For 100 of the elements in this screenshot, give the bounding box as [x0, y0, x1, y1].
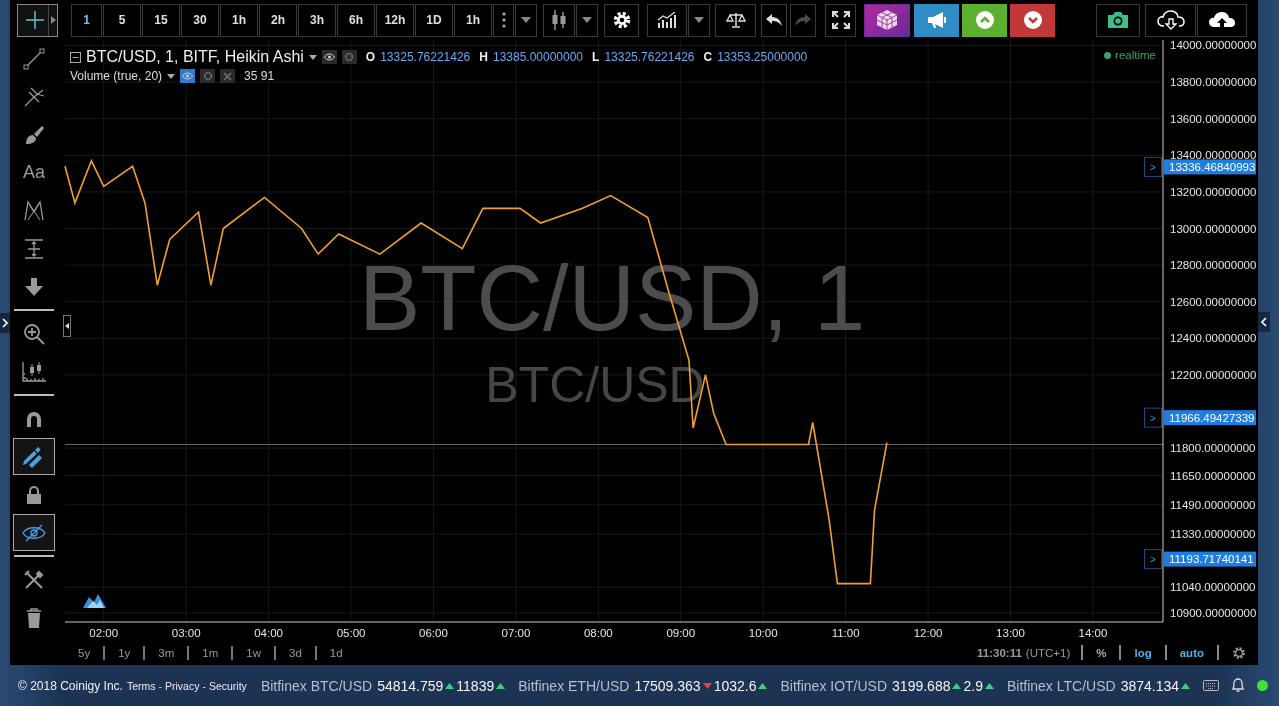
collapse-handle[interactable] [1258, 312, 1270, 332]
interval-button[interactable]: 6h [337, 3, 375, 37]
expand-handle[interactable] [0, 313, 10, 333]
cube-button[interactable] [864, 3, 910, 37]
market-name[interactable]: Bitfinex BTC/USD [260, 677, 373, 694]
drawing-tool-button[interactable] [13, 514, 55, 551]
range-button[interactable]: 1d [314, 645, 356, 660]
price-axis-label: 11490.00000000 [1170, 498, 1256, 511]
ohlc-label: C [703, 50, 713, 64]
save-button[interactable] [1197, 3, 1247, 37]
interval-button[interactable]: 30 [181, 3, 219, 37]
price-axis-label: 13000.00000000 [1170, 222, 1257, 235]
price-marker-button[interactable]: > [1144, 156, 1162, 177]
interval-button[interactable]: 1 [71, 3, 102, 37]
time-axis-label: 07:00 [501, 627, 531, 639]
separator-text: - [158, 679, 162, 692]
more-icon [501, 11, 506, 29]
indicator-title[interactable]: Volume (true, 20) [70, 69, 163, 83]
symbol-title[interactable]: BTC/USD, 1, BITF, Heikin Ashi [86, 48, 304, 66]
settings-button[interactable] [1217, 645, 1246, 660]
range-button[interactable]: 1y [103, 645, 144, 660]
price-badge: 11966.49427339 [1164, 410, 1256, 426]
sell-button[interactable] [1010, 3, 1055, 37]
footer-link[interactable]: Terms [126, 679, 156, 692]
price-marker-button[interactable]: > [1144, 549, 1162, 570]
price-axis-label: 11040.00000000 [1170, 581, 1256, 594]
chevron-left-icon [1261, 317, 1267, 327]
time-axis-label: 09:00 [666, 627, 696, 639]
time-axis-label: 11:00 [831, 627, 860, 639]
pencils-icon [21, 445, 47, 468]
range-button[interactable]: 3m [143, 645, 188, 660]
market-name[interactable]: Bitfinex IOT/USD [780, 677, 888, 694]
caret-icon [50, 16, 56, 24]
bell-icon [1231, 678, 1246, 693]
caret-icon [521, 17, 531, 23]
interval-button[interactable]: 1D [415, 3, 453, 37]
price-marker-button[interactable]: > [1144, 407, 1162, 428]
interval-button[interactable]: 1h [454, 3, 492, 37]
announce-button[interactable] [914, 3, 959, 37]
settings-icon [1232, 645, 1246, 660]
dropdown-button[interactable] [688, 3, 710, 37]
logo-icon [83, 594, 106, 608]
interval-button[interactable]: 15 [142, 3, 180, 37]
collapse-handle[interactable] [63, 315, 71, 337]
market-name[interactable]: Bitfinex LTC/USD [1006, 677, 1116, 694]
clock-time: 11:30:11 [977, 646, 1022, 659]
drawing-tool-button[interactable] [13, 438, 55, 475]
horizontal-line[interactable] [64, 443, 1164, 445]
magnet-icon [25, 409, 43, 428]
copyright-text: © 2018 Coinigy Inc. [18, 678, 123, 693]
chevron-down-icon [1023, 11, 1042, 29]
buy-button[interactable] [962, 3, 1007, 37]
more-button[interactable] [493, 3, 514, 37]
dropdown-button[interactable] [576, 3, 598, 37]
time-axis-label: 08:00 [583, 627, 613, 639]
snapshot-button[interactable] [1096, 3, 1140, 37]
camera-icon [1107, 11, 1129, 29]
tools-icon [24, 569, 44, 590]
interval-button[interactable]: 5 [103, 3, 141, 37]
pattern-icon [22, 198, 46, 223]
settings-button[interactable] [604, 3, 639, 37]
scale-option-button[interactable]: auto [1164, 645, 1217, 660]
price-axis-label: 13400.00000000 [1170, 149, 1257, 162]
fullscreen-button[interactable] [825, 3, 856, 37]
timezone-label[interactable]: (UTC+1) [1025, 646, 1071, 659]
interval-button[interactable]: 1h [220, 3, 258, 37]
load-button[interactable] [1145, 3, 1196, 37]
price-badge: 11193.71740141 [1164, 551, 1256, 567]
dropdown-button[interactable] [515, 3, 537, 37]
range-button[interactable]: 5y [72, 645, 104, 660]
range-button[interactable]: 1m [187, 645, 232, 660]
scale-option-button[interactable]: % [1081, 645, 1120, 660]
footer-link[interactable]: Privacy [165, 679, 200, 692]
eye-crossed-icon [22, 523, 46, 542]
scale-option-button[interactable]: log [1119, 645, 1165, 660]
crosshair-button[interactable] [17, 3, 58, 37]
ohlc-value: 13325.76221426 [380, 50, 471, 64]
range-button[interactable]: 1w [231, 645, 274, 660]
indicators-button[interactable] [647, 3, 687, 37]
interval-button[interactable]: 12h [376, 3, 414, 37]
line-tool-icon [23, 47, 45, 70]
time-axis-label: 05:00 [336, 627, 366, 639]
price-axis-label: 10900.00000000 [1170, 606, 1257, 619]
arrow-down-icon [24, 276, 44, 297]
range-button[interactable]: 3d [274, 645, 315, 660]
interval-button[interactable]: 3h [298, 3, 336, 37]
compare-button[interactable] [715, 3, 756, 37]
time-axis-label: 03:00 [171, 627, 201, 639]
eye-button[interactable] [321, 50, 337, 64]
settings-icon [202, 71, 213, 81]
chart-type-button[interactable] [543, 3, 575, 37]
price-value: 17509.363 [634, 677, 701, 694]
realtime-label: realtime [1115, 49, 1156, 61]
interval-button[interactable]: 2h [259, 3, 297, 37]
redo-icon [794, 13, 812, 27]
close-button[interactable] [220, 69, 236, 83]
footer-link[interactable]: Security [208, 679, 247, 692]
eye-button[interactable] [180, 69, 196, 83]
market-name[interactable]: Bitfinex ETH/USD [518, 677, 630, 694]
undo-button[interactable] [761, 3, 787, 37]
